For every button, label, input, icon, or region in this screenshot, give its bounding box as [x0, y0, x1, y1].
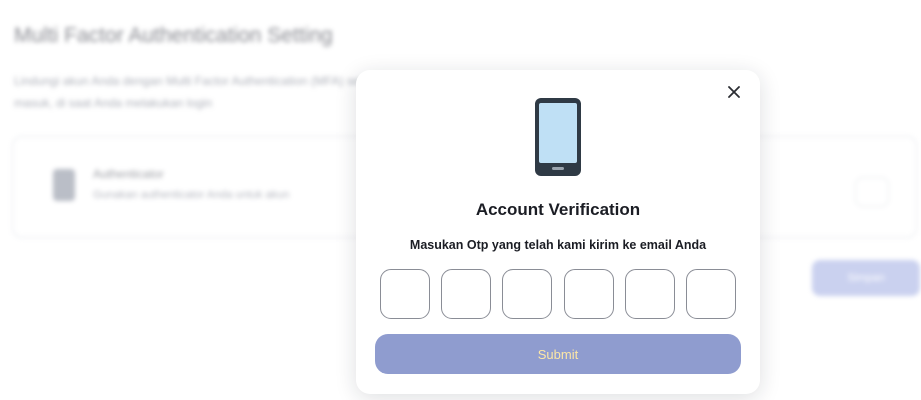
otp-digit-1[interactable]	[380, 269, 430, 319]
otp-digit-6[interactable]	[685, 269, 736, 319]
authenticator-card-subtitle: Gunakan authenticator Anda untuk akun	[93, 189, 290, 201]
otp-digit-4[interactable]	[563, 269, 614, 319]
otp-digit-5[interactable]	[624, 269, 675, 319]
mobile-phone-icon	[533, 96, 583, 178]
close-icon	[728, 86, 740, 98]
account-verification-modal: Account Verification Masukan Otp yang te…	[356, 70, 760, 394]
otp-input-group	[380, 269, 736, 319]
background-action-button: Simpan	[812, 260, 920, 296]
close-button[interactable]	[724, 82, 744, 102]
submit-button[interactable]: Submit	[375, 334, 741, 374]
otp-digit-2[interactable]	[441, 269, 492, 319]
authenticator-toggle	[855, 177, 889, 207]
authenticator-card-title: Authenticator	[93, 167, 164, 181]
authenticator-icon	[53, 169, 75, 201]
page-title: Multi Factor Authentication Setting	[14, 24, 333, 47]
modal-subtitle: Masukan Otp yang telah kami kirim ke ema…	[409, 238, 707, 252]
modal-title: Account Verification	[475, 200, 641, 219]
otp-digit-3[interactable]	[502, 269, 553, 319]
